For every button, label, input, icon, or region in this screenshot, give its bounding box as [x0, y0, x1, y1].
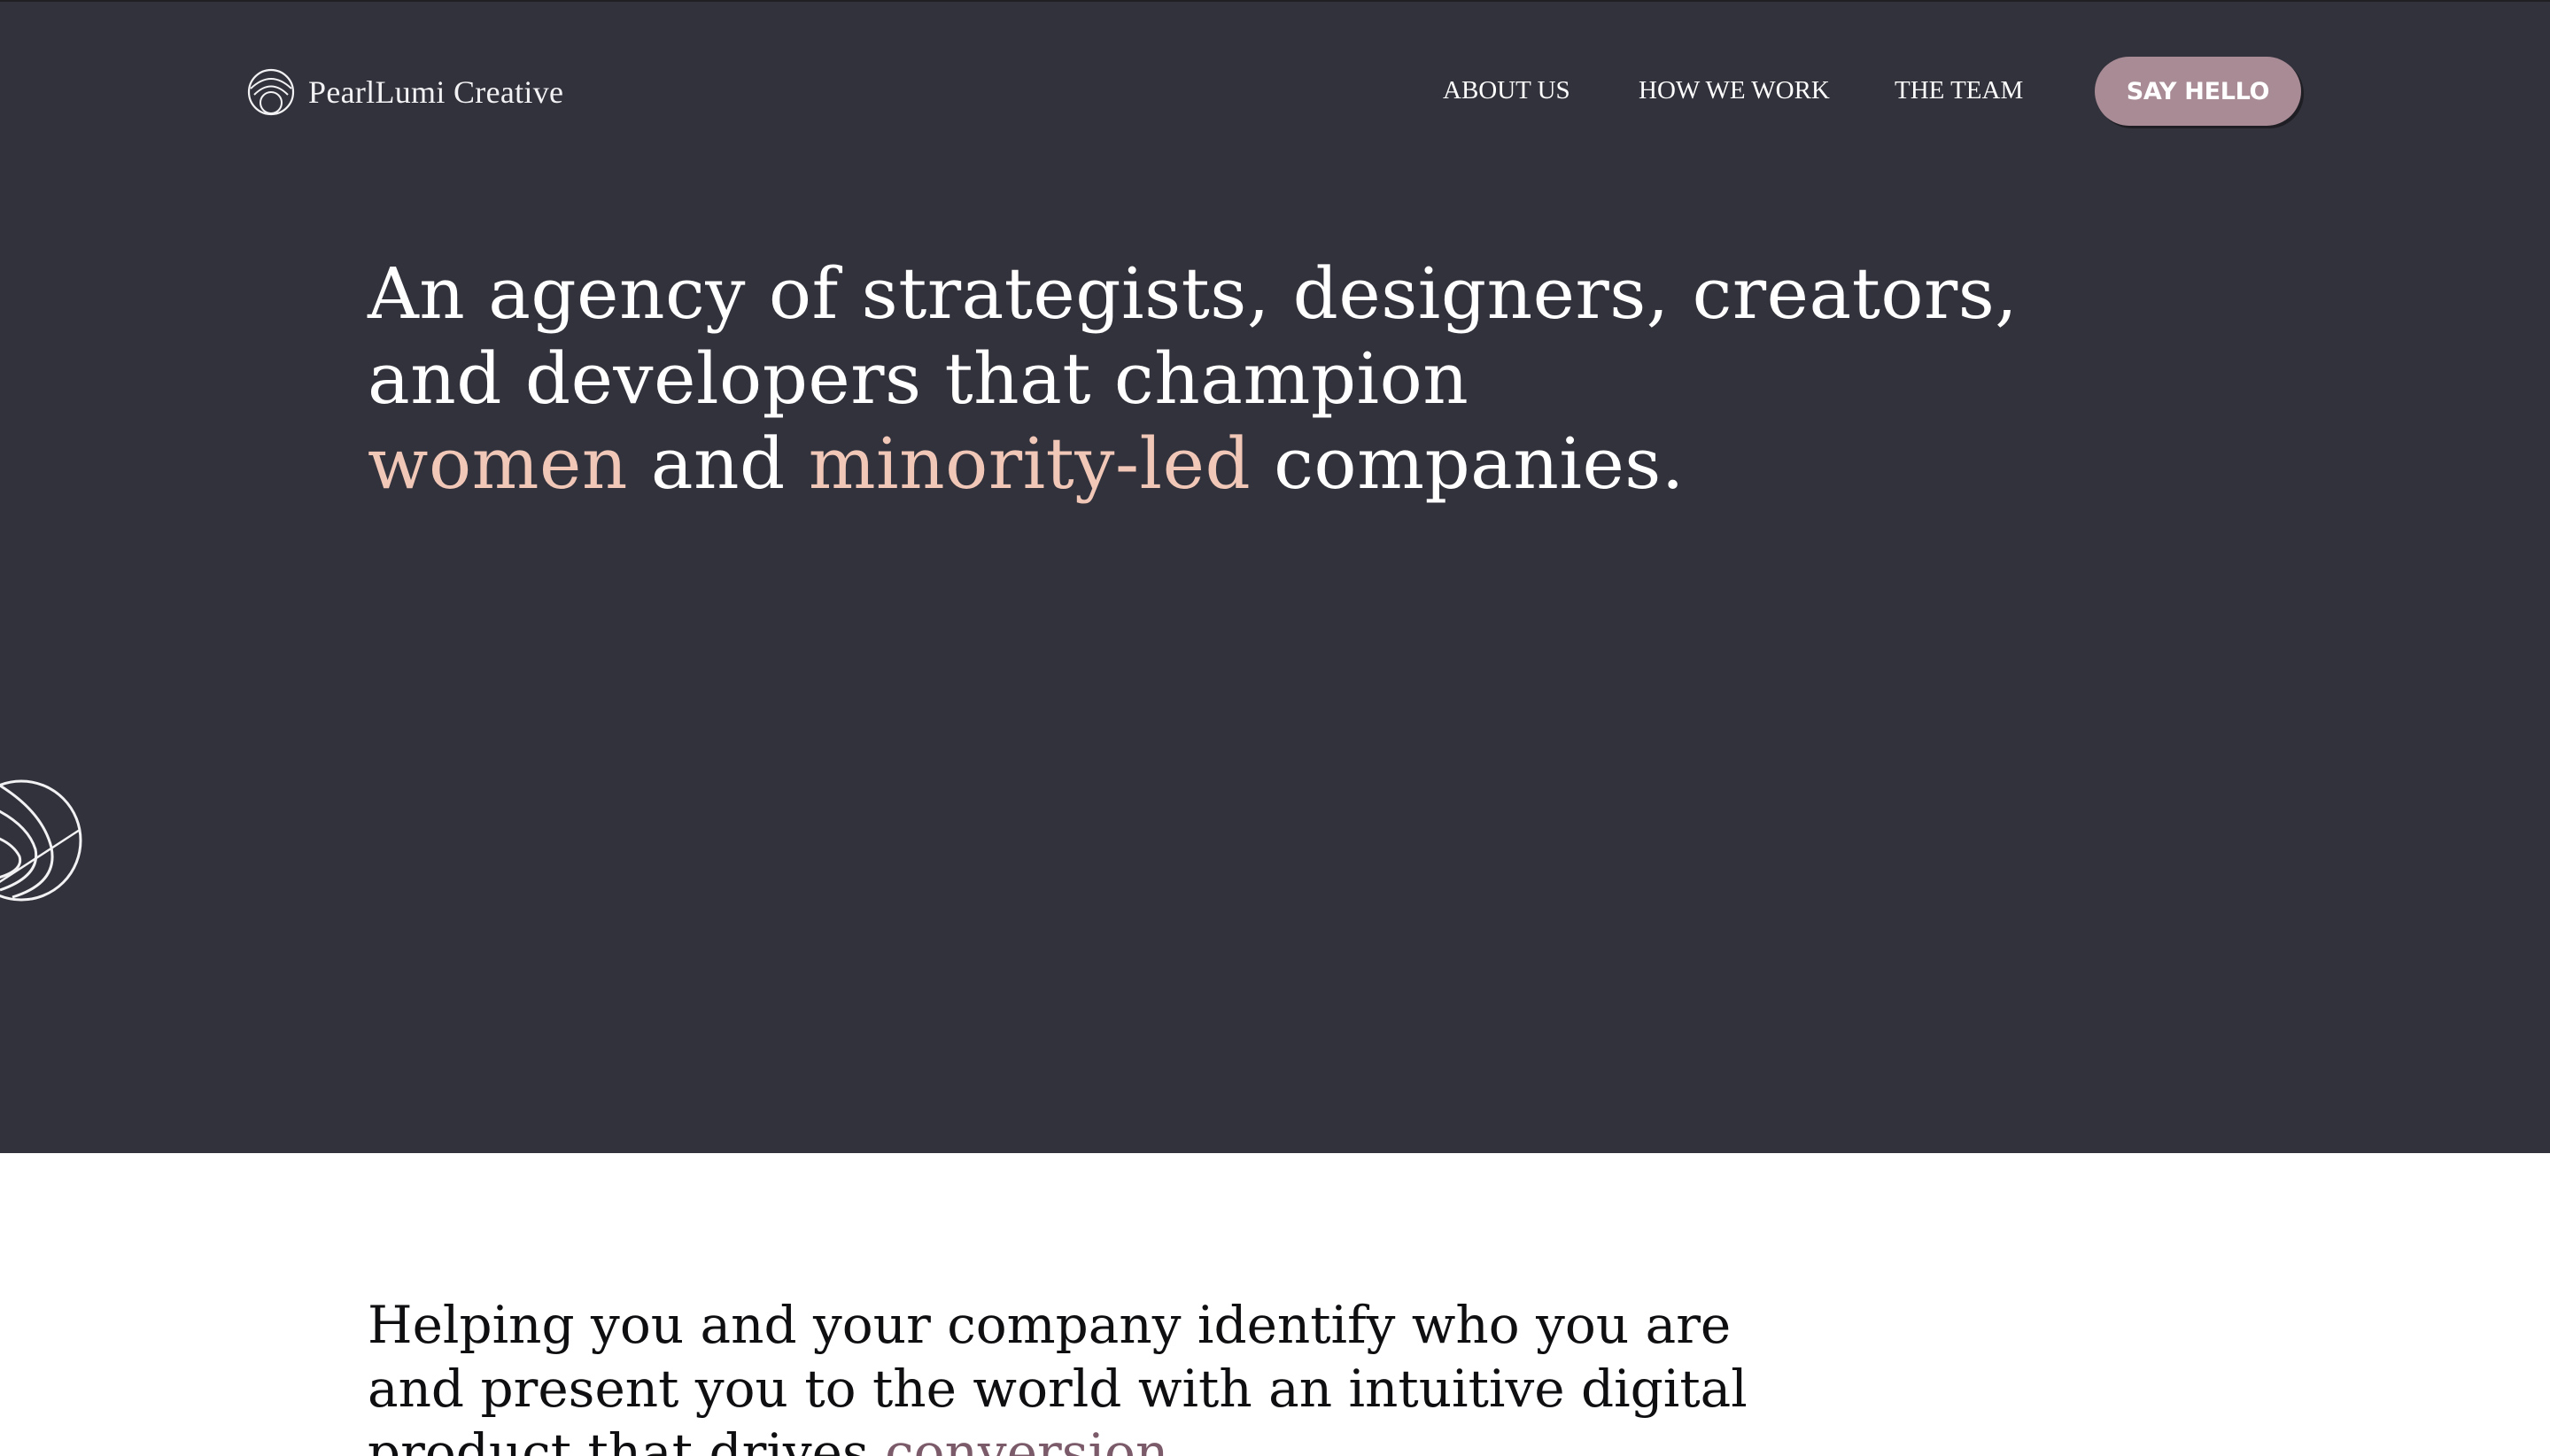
- headline-companies: companies.: [1274, 422, 1685, 505]
- nav-link-how-we-work[interactable]: HOW WE WORK: [1639, 76, 1830, 105]
- intro-line-3: product that drives conversion.: [368, 1421, 2139, 1456]
- brand-name: PearlLumi Creative: [308, 74, 564, 110]
- accent-women: women: [368, 422, 628, 505]
- say-hello-button[interactable]: SAY HELLO: [2095, 57, 2301, 126]
- hero-headline-line-1: An agency of strategists, designers, cre…: [368, 252, 2019, 335]
- hero-headline-line-2: and developers that champion: [368, 337, 1469, 420]
- hero-section: PearlLumi Creative ABOUT US HOW WE WORK …: [0, 0, 2550, 1153]
- intro-line-3-text: product that drives: [368, 1422, 869, 1456]
- hero-headline-line-3: women and minority-led companies.: [368, 422, 2050, 507]
- nav-link-about-us[interactable]: ABOUT US: [1443, 76, 1570, 105]
- accent-conversion: conversion.: [885, 1422, 1185, 1456]
- nav-link-the-team[interactable]: THE TEAM: [1895, 76, 2023, 105]
- intro-line-1: Helping you and your company identify wh…: [368, 1295, 1732, 1355]
- intro-paragraph: Helping you and your company identify wh…: [368, 1293, 2139, 1456]
- headline-and: and: [650, 422, 786, 505]
- swirl-circle-icon: [0, 777, 85, 908]
- pearl-circle-logo-icon: [246, 66, 296, 119]
- intro-line-2: and present you to the world with an int…: [368, 1359, 1748, 1419]
- brand-logo[interactable]: PearlLumi Creative: [246, 66, 563, 119]
- accent-minority-led: minority-led: [808, 422, 1252, 505]
- hero-headline: An agency of strategists, designers, cre…: [368, 252, 2050, 507]
